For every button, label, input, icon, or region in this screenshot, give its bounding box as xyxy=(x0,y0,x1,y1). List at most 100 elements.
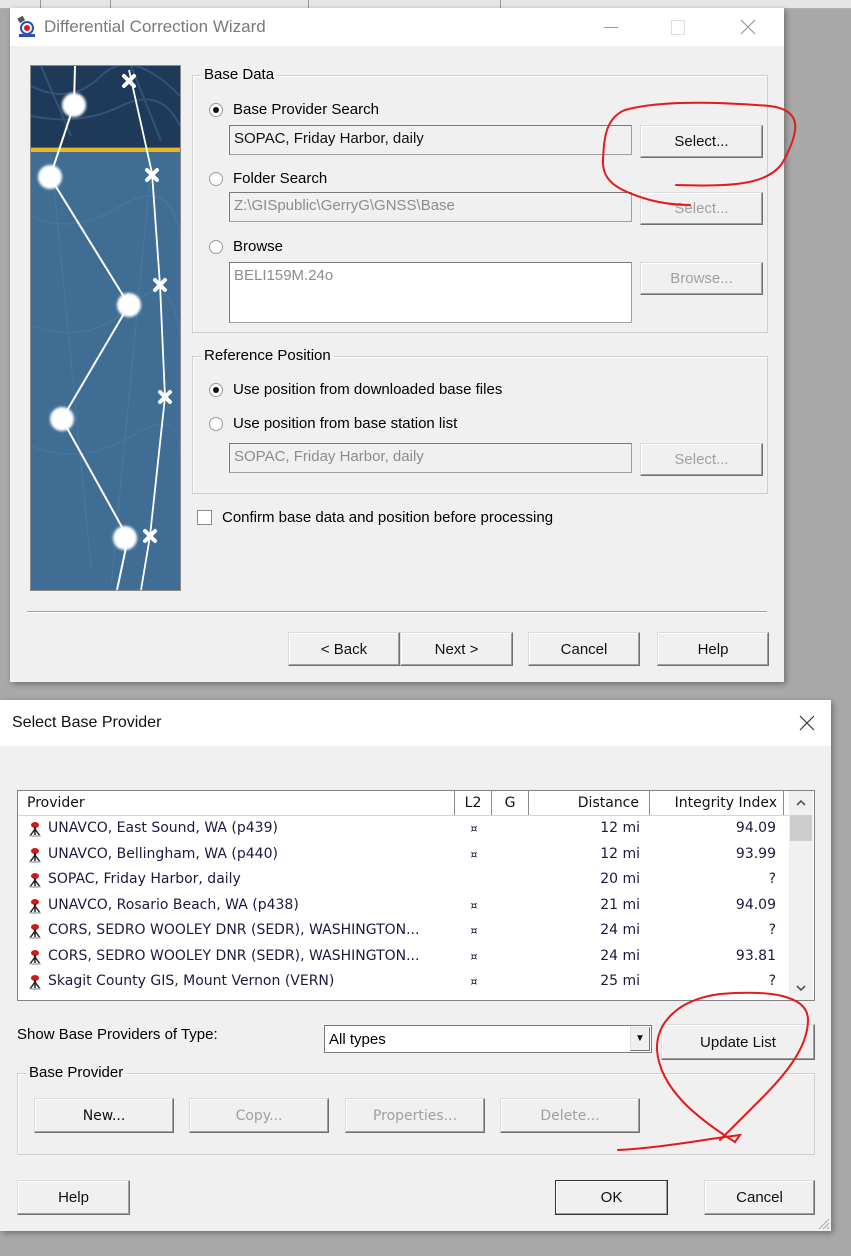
integrity-index-value: ? xyxy=(768,871,776,887)
downloaded-base-position-radio[interactable] xyxy=(209,383,223,397)
downloaded-base-position-label: Use position from downloaded base files xyxy=(233,381,503,398)
close-button[interactable] xyxy=(725,12,771,42)
folder-search-field[interactable]: Z:\GISpublic\GerryG\GNSS\Base xyxy=(229,192,632,222)
base-provider-search-radio[interactable] xyxy=(209,103,223,117)
new-provider-button[interactable]: New... xyxy=(34,1098,174,1133)
provider-row[interactable]: SOPAC, Friday Harbor, daily 20 mi? xyxy=(18,867,789,892)
close-icon xyxy=(740,19,756,35)
provider-type-value: All types xyxy=(329,1031,386,1048)
maximize-button[interactable] xyxy=(655,12,701,42)
column-header-distance[interactable]: Distance xyxy=(529,791,650,815)
base-provider-search-label: Base Provider Search xyxy=(233,101,379,118)
wizard-separator xyxy=(27,611,767,613)
provider-name: SOPAC, Friday Harbor, daily xyxy=(48,871,241,887)
provider-row[interactable]: UNAVCO, East Sound, WA (p439) ¤ 12 mi 94.09 xyxy=(18,816,789,841)
integrity-index-value: 93.81 xyxy=(735,947,776,964)
provider-row[interactable]: CORS, SEDRO WOOLEY DNR (SEDR), WASHINGTO… xyxy=(18,944,789,969)
provider-row-partial[interactable] xyxy=(18,995,789,1001)
resize-grip-icon[interactable] xyxy=(816,1216,830,1230)
dialog-title: Select Base Provider xyxy=(12,714,162,731)
base-provider-select-button[interactable]: Select... xyxy=(640,125,763,158)
base-provider-field[interactable]: SOPAC, Friday Harbor, daily xyxy=(229,125,632,155)
ok-button[interactable]: OK xyxy=(555,1180,668,1215)
base-station-tripod-icon xyxy=(27,872,43,888)
scroll-down-button[interactable] xyxy=(789,977,813,999)
select-base-provider-dialog: Select Base Provider Provider L2 G Dista… xyxy=(0,700,831,1231)
browse-file-field[interactable]: BELI159M.24o xyxy=(229,262,632,323)
base-station-list-position-radio[interactable] xyxy=(209,417,223,431)
wizard-help-button[interactable]: Help xyxy=(657,632,769,666)
distance-value: 21 mi xyxy=(600,896,640,913)
reference-position-field[interactable]: SOPAC, Friday Harbor, daily xyxy=(229,443,632,473)
l2-indicator: ¤ xyxy=(470,949,478,963)
differential-correction-wizard-window: Differential Correction Wizard Base Data… xyxy=(10,8,784,682)
update-list-button[interactable]: Update List xyxy=(661,1024,815,1060)
distance-value: 24 mi xyxy=(600,947,640,964)
reference-position-select-button[interactable]: Select... xyxy=(640,443,763,476)
column-header-l2[interactable]: L2 xyxy=(455,791,492,815)
provider-row[interactable]: CORS, SEDRO WOOLEY DNR (SEDR), WASHINGTO… xyxy=(18,918,789,943)
delete-provider-button[interactable]: Delete... xyxy=(500,1098,640,1133)
folder-search-radio[interactable] xyxy=(209,172,223,186)
maximize-icon xyxy=(671,20,685,35)
base-station-tripod-icon xyxy=(27,923,43,939)
column-header-integrity-index[interactable]: Integrity Index xyxy=(650,791,784,815)
confirm-base-data-checkbox[interactable] xyxy=(197,510,212,525)
integrity-index-value: ? xyxy=(768,973,776,989)
integrity-index-value: 93.99 xyxy=(735,845,776,862)
confirm-base-data-label: Confirm base data and position before pr… xyxy=(222,509,554,526)
integrity-index-value: 94.09 xyxy=(735,820,776,836)
provider-type-label: Show Base Providers of Type: xyxy=(17,1026,218,1043)
folder-search-select-button[interactable]: Select... xyxy=(640,192,763,225)
distance-value: 25 mi xyxy=(600,973,640,989)
dialog-titlebar[interactable]: Select Base Provider xyxy=(0,700,831,746)
provider-list[interactable]: Provider L2 G Distance Integrity Index U… xyxy=(17,790,815,1001)
base-station-tripod-icon xyxy=(27,847,43,863)
dropdown-arrow-icon[interactable]: ▼ xyxy=(630,1027,650,1051)
provider-name: UNAVCO, Bellingham, WA (p440) xyxy=(48,845,278,862)
provider-row[interactable]: UNAVCO, Rosario Beach, WA (p438) ¤ 21 mi 94… xyxy=(18,893,789,918)
provider-properties-button[interactable]: Properties... xyxy=(345,1098,485,1133)
back-button[interactable]: < Back xyxy=(288,632,400,666)
strip-divider xyxy=(110,0,111,8)
provider-name: CORS, SEDRO WOOLEY DNR (SEDR), WASHINGTO… xyxy=(48,947,420,964)
minimize-button[interactable] xyxy=(588,12,634,42)
provider-row[interactable]: UNAVCO, Bellingham, WA (p440) ¤ 12 mi 93.99 xyxy=(18,842,789,867)
strip-divider xyxy=(40,0,41,8)
base-station-list-position-label: Use position from base station list xyxy=(233,415,458,432)
integrity-index-value: 94.09 xyxy=(735,896,776,913)
provider-type-dropdown[interactable]: All types ▼ xyxy=(324,1025,652,1053)
browse-button[interactable]: Browse... xyxy=(640,262,763,295)
dialog-help-button[interactable]: Help xyxy=(17,1180,130,1215)
base-station-tripod-icon xyxy=(27,1000,43,1001)
close-icon xyxy=(799,715,815,731)
base-station-tripod-icon xyxy=(27,949,43,965)
l2-indicator: ¤ xyxy=(470,847,478,861)
dialog-close-button[interactable] xyxy=(790,708,824,738)
base-station-tripod-icon xyxy=(27,821,43,837)
dialog-cancel-button[interactable]: Cancel xyxy=(704,1180,815,1215)
strip-divider xyxy=(308,0,309,8)
gps-target-icon xyxy=(17,16,35,37)
reference-position-legend: Reference Position xyxy=(201,347,334,364)
copy-provider-button[interactable]: Copy... xyxy=(189,1098,329,1133)
chevron-down-icon xyxy=(796,985,806,992)
l2-indicator: ¤ xyxy=(470,924,478,937)
scroll-up-button[interactable] xyxy=(789,791,813,813)
column-header-provider[interactable]: Provider xyxy=(18,791,455,815)
wizard-cancel-button[interactable]: Cancel xyxy=(528,632,640,666)
provider-list-scrollbar[interactable] xyxy=(789,791,813,1000)
folder-search-label: Folder Search xyxy=(233,170,328,187)
provider-name: UNAVCO, Rosario Beach, WA (p438) xyxy=(48,896,299,913)
integrity-index-value: ? xyxy=(768,922,776,938)
column-header-g[interactable]: G xyxy=(492,791,529,815)
provider-list-header: Provider L2 G Distance Integrity Index xyxy=(18,791,789,816)
provider-row[interactable]: Skagit County GIS, Mount Vernon (VERN) ¤ 2… xyxy=(18,969,789,994)
chevron-up-icon xyxy=(796,799,806,806)
browse-radio[interactable] xyxy=(209,240,223,254)
scroll-thumb[interactable] xyxy=(790,815,812,841)
next-button[interactable]: Next > xyxy=(400,632,513,666)
provider-name: UNAVCO, East Sound, WA (p439) xyxy=(48,820,278,836)
base-station-tripod-icon xyxy=(27,974,43,990)
wizard-titlebar[interactable]: Differential Correction Wizard xyxy=(10,8,784,46)
